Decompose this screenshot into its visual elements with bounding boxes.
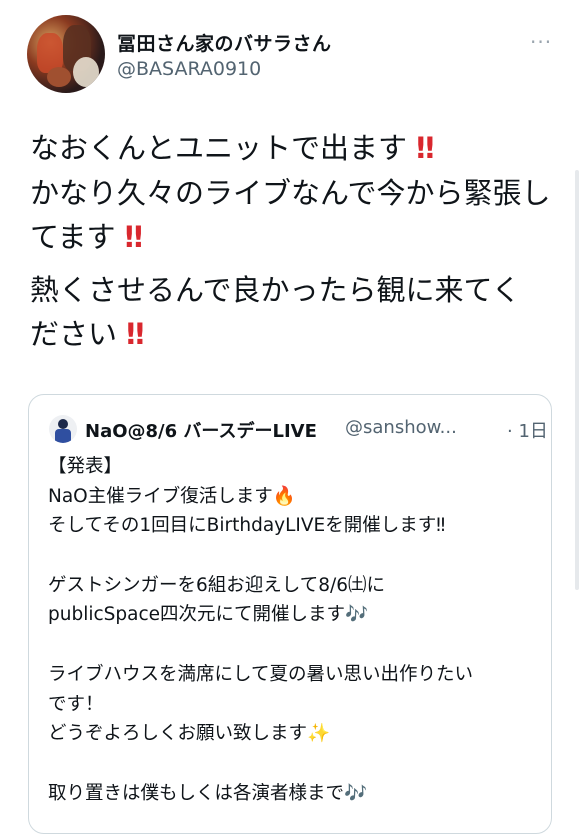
quoted-author-handle[interactable]: @sanshow...	[345, 417, 457, 438]
quoted-line: 【発表】	[48, 456, 123, 477]
author-display-name[interactable]: 冨田さん家のバサラさん	[117, 29, 332, 56]
quoted-line: publicSpace四次元にて開催します🎶	[48, 604, 369, 626]
quoted-timestamp[interactable]: · 1日	[507, 417, 548, 443]
more-options-icon[interactable]: ···	[530, 30, 552, 54]
quoted-tweet-text: 【発表】 NaO主催ライブ復活します🔥 そしてその1回目にBirthdayLIV…	[48, 452, 538, 808]
quoted-line: 取り置きは僕もしくは各演者様まで🎶	[48, 782, 368, 804]
double-exclamation-emoji: ‼	[126, 317, 144, 351]
quoted-line: です！	[48, 693, 104, 715]
avatar-figure	[58, 419, 68, 429]
quoted-tweet-card[interactable]: NaO@8/6 バースデーLIVE @sanshow... · 1日 【発表】 …	[28, 394, 552, 834]
tweet-line: ださい ‼	[30, 312, 550, 357]
tweet-text: なおくんとユニットで出ます ‼ かなり久々のライブなんで今から緊張し てます ‼…	[30, 126, 551, 357]
avatar-figure	[47, 67, 71, 87]
avatar-figure	[55, 429, 71, 443]
tweet-line: かなり久々のライブなんで今から緊張し	[30, 171, 551, 216]
tweet-line: 熱くさせるんで良かったら観に来てく	[30, 268, 550, 313]
double-exclamation-emoji: ‼	[124, 220, 143, 254]
quoted-line: そしてその1回目にBirthdayLIVEを開催します‼	[48, 515, 446, 537]
author-handle[interactable]: @BASARA0910	[117, 58, 261, 80]
tweet-line-text: なおくんとユニットで出ます	[30, 131, 408, 165]
author-avatar[interactable]	[27, 15, 105, 93]
tweet-line: なおくんとユニットで出ます ‼	[30, 126, 550, 171]
quoted-author-avatar[interactable]	[49, 415, 77, 443]
quoted-author-name[interactable]: NaO@8/6 バースデーLIVE	[85, 417, 317, 443]
quoted-line: ライブハウスを満席にして夏の暑い思い出作りたい	[48, 663, 473, 685]
scrollbar[interactable]	[575, 170, 579, 590]
tweet-line-text: ださい	[30, 317, 118, 351]
quoted-line: どうぞよろしくお願い致します✨	[48, 723, 331, 745]
quoted-line: ゲストシンガーを6組お迎えして8/6㈯に	[48, 574, 385, 596]
tweet-line: てます ‼	[30, 215, 550, 260]
avatar-figure	[73, 57, 99, 87]
tweet-line-text: かなり久々のライブなんで今から緊張し	[30, 175, 551, 210]
tweet-line-text: 熱くさせるんで良かったら観に来てく	[30, 272, 521, 307]
tweet-line-text: てます	[30, 220, 116, 254]
double-exclamation-emoji: ‼	[416, 131, 434, 165]
quoted-line: NaO主催ライブ復活します🔥	[48, 485, 296, 507]
